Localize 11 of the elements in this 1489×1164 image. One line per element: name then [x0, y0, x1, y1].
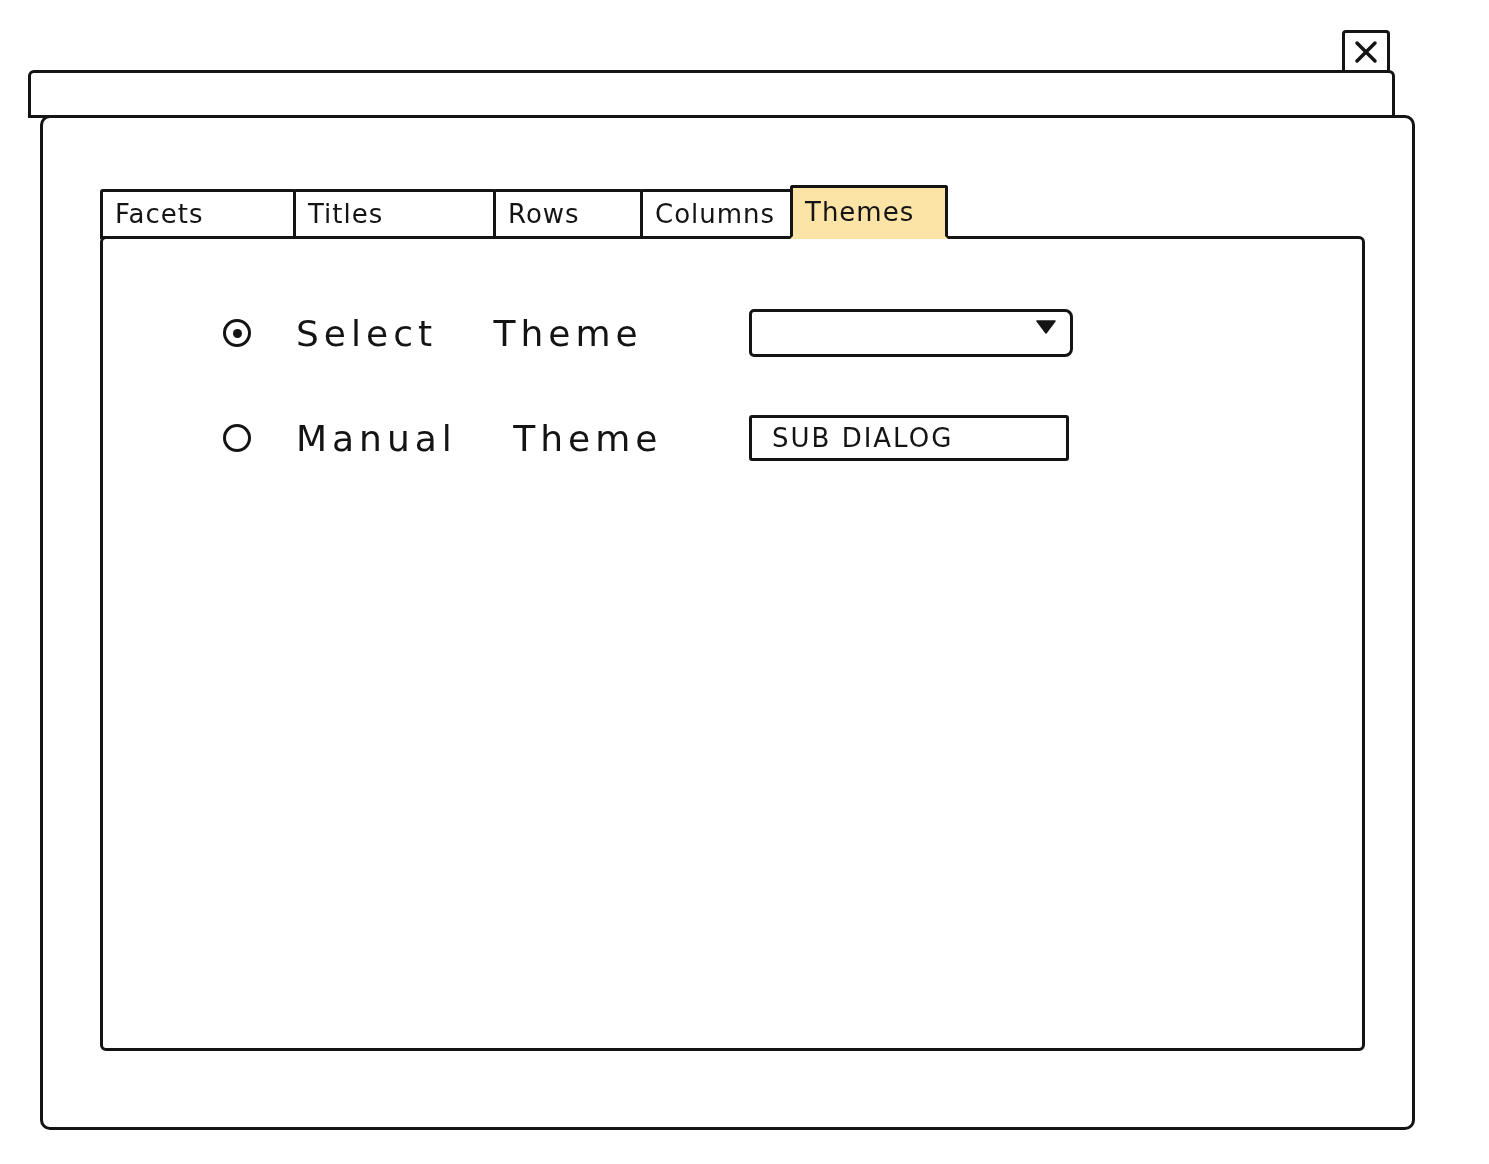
close-button[interactable]: [1342, 30, 1390, 70]
radio-button[interactable]: [223, 424, 251, 452]
option-label: Select Theme: [296, 312, 643, 354]
tab[interactable]: Facets: [100, 189, 296, 239]
sub-dialog-button[interactable]: SUB DIALOG: [749, 415, 1069, 461]
theme-dropdown[interactable]: [749, 309, 1073, 357]
option-label: Manual Theme: [296, 417, 663, 459]
radio-button[interactable]: [223, 319, 251, 347]
tab[interactable]: Themes: [790, 185, 948, 239]
close-icon: [1354, 39, 1378, 64]
caret-icon: [1036, 320, 1056, 334]
